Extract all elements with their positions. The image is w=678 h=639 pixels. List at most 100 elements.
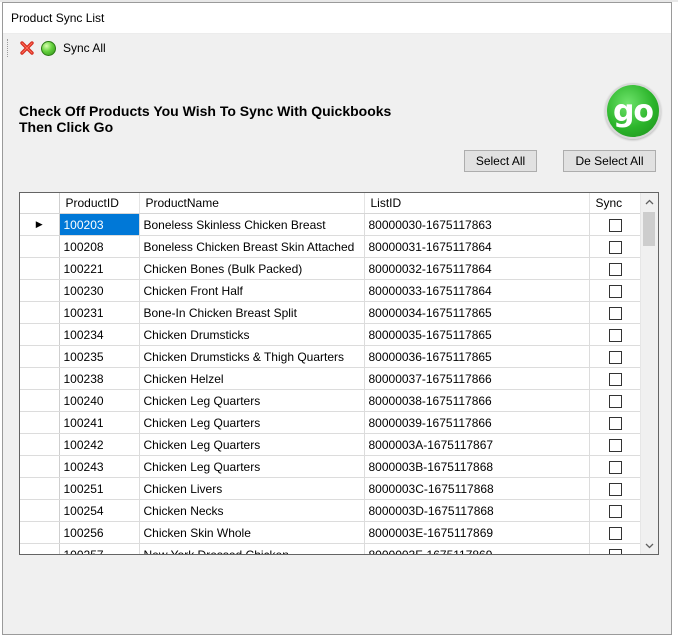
scroll-up-icon[interactable] xyxy=(641,193,658,210)
table-row[interactable]: ▶ 100203 Boneless Skinless Chicken Breast 8… xyxy=(20,213,642,236)
cell-listid[interactable]: 8000003F-1675117869 xyxy=(364,543,590,554)
table-row[interactable]: 100208 Boneless Chicken Breast Skin Attac… xyxy=(20,235,642,258)
column-header-listid[interactable]: ListID xyxy=(364,193,590,214)
table-row[interactable]: 100242 Chicken Leg Quarters 8000003A-16751… xyxy=(20,433,642,456)
cell-productname[interactable]: Chicken Leg Quarters xyxy=(139,455,365,478)
row-header[interactable] xyxy=(20,433,60,456)
cell-listid[interactable]: 80000030-1675117863 xyxy=(364,213,590,236)
table-row[interactable]: 100243 Chicken Leg Quarters 8000003B-16751… xyxy=(20,455,642,478)
sync-checkbox[interactable] xyxy=(608,284,622,298)
cell-productname[interactable]: Chicken Drumsticks xyxy=(139,323,365,346)
cell-listid[interactable]: 80000034-1675117865 xyxy=(364,301,590,324)
sync-checkbox[interactable] xyxy=(608,350,622,364)
sync-checkbox[interactable] xyxy=(608,548,622,554)
cell-productid[interactable]: 100243 xyxy=(59,455,140,478)
cell-productid[interactable]: 100235 xyxy=(59,345,140,368)
sync-checkbox[interactable] xyxy=(608,460,622,474)
table-row[interactable]: 100256 Chicken Skin Whole 8000003E-1675117… xyxy=(20,521,642,544)
cell-listid[interactable]: 8000003C-1675117868 xyxy=(364,477,590,500)
cell-listid[interactable]: 80000032-1675117864 xyxy=(364,257,590,280)
row-header[interactable] xyxy=(20,455,60,478)
cell-productname[interactable]: Chicken Front Half xyxy=(139,279,365,302)
cell-productid[interactable]: 100221 xyxy=(59,257,140,280)
toolbar-grip[interactable] xyxy=(7,39,11,57)
table-row[interactable]: 100238 Chicken Helzel 80000037-1675117866 xyxy=(20,367,642,390)
row-header[interactable]: ▶ xyxy=(20,213,60,236)
row-header[interactable] xyxy=(20,499,60,522)
column-header-productid[interactable]: ProductID xyxy=(59,193,140,214)
sync-checkbox[interactable] xyxy=(608,482,622,496)
cell-productname[interactable]: Chicken Livers xyxy=(139,477,365,500)
cell-listid[interactable]: 80000031-1675117864 xyxy=(364,235,590,258)
cell-listid[interactable]: 80000038-1675117866 xyxy=(364,389,590,412)
cell-listid[interactable]: 8000003E-1675117869 xyxy=(364,521,590,544)
sync-checkbox[interactable] xyxy=(608,394,622,408)
cell-productname[interactable]: Chicken Bones (Bulk Packed) xyxy=(139,257,365,280)
row-header[interactable] xyxy=(20,323,60,346)
sync-checkbox[interactable] xyxy=(608,240,622,254)
table-row[interactable]: 100235 Chicken Drumsticks & Thigh Quarter… xyxy=(20,345,642,368)
cell-listid[interactable]: 80000036-1675117865 xyxy=(364,345,590,368)
deselect-all-button[interactable]: De Select All xyxy=(563,150,656,172)
cell-listid[interactable]: 80000037-1675117866 xyxy=(364,367,590,390)
cell-listid[interactable]: 80000039-1675117866 xyxy=(364,411,590,434)
sync-checkbox[interactable] xyxy=(608,438,622,452)
row-header[interactable] xyxy=(20,543,60,554)
sync-all-label[interactable]: Sync All xyxy=(63,41,106,55)
sync-checkbox[interactable] xyxy=(608,262,622,276)
cell-productname[interactable]: Chicken Necks xyxy=(139,499,365,522)
table-row[interactable]: 100251 Chicken Livers 8000003C-1675117868 xyxy=(20,477,642,500)
table-row[interactable]: 100230 Chicken Front Half 80000033-1675117… xyxy=(20,279,642,302)
table-row[interactable]: 100240 Chicken Leg Quarters 80000038-16751… xyxy=(20,389,642,412)
cell-productid[interactable]: 100257 xyxy=(59,543,140,554)
sync-checkbox[interactable] xyxy=(608,218,622,232)
table-row[interactable]: 100257 New York Dressed Chicken 8000003F-1… xyxy=(20,543,642,554)
table-row[interactable]: 100221 Chicken Bones (Bulk Packed) 8000003… xyxy=(20,257,642,280)
sync-checkbox[interactable] xyxy=(608,504,622,518)
table-row[interactable]: 100231 Bone-In Chicken Breast Split 800000… xyxy=(20,301,642,324)
table-row[interactable]: 100234 Chicken Drumsticks 80000035-1675117… xyxy=(20,323,642,346)
scroll-thumb[interactable] xyxy=(643,212,655,246)
products-grid[interactable]: ProductID ProductName ListID Sync ▶ 10020… xyxy=(19,192,659,555)
cell-productname[interactable]: Chicken Skin Whole xyxy=(139,521,365,544)
row-header[interactable] xyxy=(20,521,60,544)
row-header[interactable] xyxy=(20,389,60,412)
cell-productid[interactable]: 100234 xyxy=(59,323,140,346)
row-header[interactable] xyxy=(20,411,60,434)
row-header[interactable] xyxy=(20,477,60,500)
cell-productid[interactable]: 100254 xyxy=(59,499,140,522)
row-header[interactable] xyxy=(20,367,60,390)
cell-productid[interactable]: 100231 xyxy=(59,301,140,324)
cell-productname[interactable]: Chicken Helzel xyxy=(139,367,365,390)
cell-productid[interactable]: 100208 xyxy=(59,235,140,258)
sync-checkbox[interactable] xyxy=(608,416,622,430)
row-header[interactable] xyxy=(20,345,60,368)
cell-productid[interactable]: 100230 xyxy=(59,279,140,302)
cell-productname[interactable]: Boneless Skinless Chicken Breast xyxy=(139,213,365,236)
sync-checkbox[interactable] xyxy=(608,372,622,386)
cell-productname[interactable]: Chicken Leg Quarters xyxy=(139,411,365,434)
cell-listid[interactable]: 8000003A-1675117867 xyxy=(364,433,590,456)
sync-checkbox[interactable] xyxy=(608,306,622,320)
row-header[interactable] xyxy=(20,301,60,324)
cell-productid[interactable]: 100241 xyxy=(59,411,140,434)
row-header[interactable] xyxy=(20,257,60,280)
row-header[interactable] xyxy=(20,279,60,302)
go-button[interactable]: go xyxy=(605,83,661,139)
column-header-sync[interactable]: Sync xyxy=(589,193,642,214)
cell-productid[interactable]: 100238 xyxy=(59,367,140,390)
column-header-productname[interactable]: ProductName xyxy=(139,193,365,214)
cell-productname[interactable]: Chicken Drumsticks & Thigh Quarters xyxy=(139,345,365,368)
cell-listid[interactable]: 8000003D-1675117868 xyxy=(364,499,590,522)
cell-productid[interactable]: 100240 xyxy=(59,389,140,412)
cell-listid[interactable]: 80000035-1675117865 xyxy=(364,323,590,346)
cell-listid[interactable]: 8000003B-1675117868 xyxy=(364,455,590,478)
row-header[interactable] xyxy=(20,235,60,258)
cell-productid[interactable]: 100203 xyxy=(59,213,140,236)
cell-productname[interactable]: New York Dressed Chicken xyxy=(139,543,365,554)
cell-listid[interactable]: 80000033-1675117864 xyxy=(364,279,590,302)
sync-checkbox[interactable] xyxy=(608,526,622,540)
cell-productname[interactable]: Chicken Leg Quarters xyxy=(139,389,365,412)
cell-productid[interactable]: 100251 xyxy=(59,477,140,500)
row-header-corner[interactable] xyxy=(20,193,60,214)
